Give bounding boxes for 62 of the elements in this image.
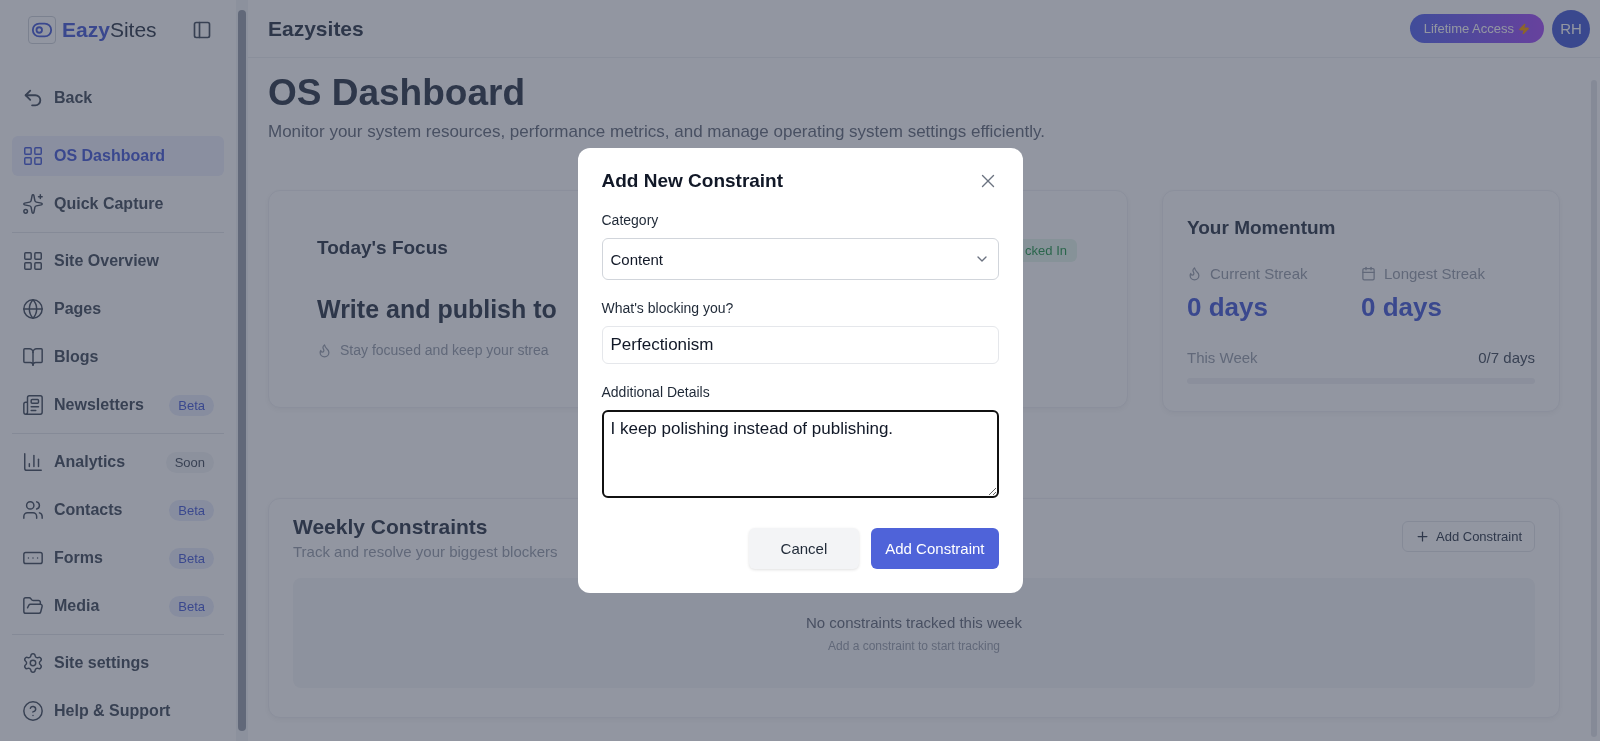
page-subtitle: Monitor your system resources, performance metrics, and manage operating system settings efficiently. [268,122,1046,142]
help-icon [22,700,44,722]
lightning-icon [1518,22,1530,35]
sparkles-icon [22,193,44,215]
bar-chart-icon [22,451,44,473]
sidebar-item[interactable]: Forms Beta [12,538,224,578]
beta-badge: Beta [169,394,214,416]
brand-name: EazySites [62,18,157,42]
app-title: Eazysites [268,16,364,41]
sidebar-item[interactable]: OS Dashboard [12,136,224,176]
globe-icon [22,298,44,320]
empty-title: No constraints tracked this week [806,613,1022,631]
stat-value: 0 days [1361,292,1443,323]
field-label: Category [601,212,660,228]
add-constraint-button[interactable]: Add Constraint [1402,521,1535,552]
dialog-title: Add New Constraint [601,170,784,192]
focus-goal: Write and publish to [317,295,557,324]
users-icon [22,499,44,521]
sidebar-item[interactable]: Site settings [12,643,224,683]
folder-icon [22,595,44,617]
flame-icon [317,342,332,358]
back-arrow-icon [22,87,44,109]
sidebar-item[interactable]: Newsletters Beta [12,385,224,425]
card-title: Today's Focus [317,237,448,259]
card-title: Your Momentum [1187,217,1336,239]
section-title: Weekly Constraints [293,515,489,539]
sidebar-item[interactable]: Site Overview [12,241,224,281]
cancel-button[interactable]: Cancel [748,528,860,569]
beta-badge: Beta [169,595,214,617]
sidebar-item[interactable]: Blogs [12,337,224,377]
week-value: 0/7 days [1478,349,1535,366]
sidebar-item[interactable]: Help & Support [12,691,224,731]
field-label: What's blocking you? [601,300,735,316]
book-icon [22,346,44,368]
beta-badge: Beta [169,499,214,521]
sidebar-item[interactable]: Analytics Soon [12,442,224,482]
sidebar-item[interactable]: Quick Capture [12,184,224,224]
sidebar-item[interactable]: Media Beta [12,586,224,626]
sidebar-item[interactable]: Pages [12,289,224,329]
field-label: Additional Details [601,384,711,400]
category-select[interactable]: Content [601,238,999,280]
scrollbar[interactable] [236,0,248,741]
settings-icon [22,652,44,674]
page-title: OS Dashboard [268,72,526,114]
grid-icon [22,145,44,167]
flame-icon [1187,266,1202,281]
submit-button[interactable]: Add Constraint [871,528,999,569]
beta-badge: Beta [169,547,214,569]
sidebar-item[interactable]: Contacts Beta [12,490,224,530]
user-avatar[interactable]: RH [1552,9,1590,48]
plus-icon [1415,529,1430,544]
details-textarea[interactable]: I keep polishing instead of publishing. [601,410,999,498]
sidebar-toggle-icon[interactable] [192,20,212,40]
soon-badge: Soon [165,451,214,473]
grid-icon [22,250,44,272]
newspaper-icon [22,394,44,416]
lifetime-access-button[interactable]: Lifetime Access [1409,14,1544,43]
blocker-input[interactable]: Perfectionism [601,326,999,364]
stat-value: 0 days [1187,292,1269,323]
back-link[interactable]: Back [12,78,224,118]
logo-icon [28,16,56,44]
calendar-icon [1361,266,1376,281]
